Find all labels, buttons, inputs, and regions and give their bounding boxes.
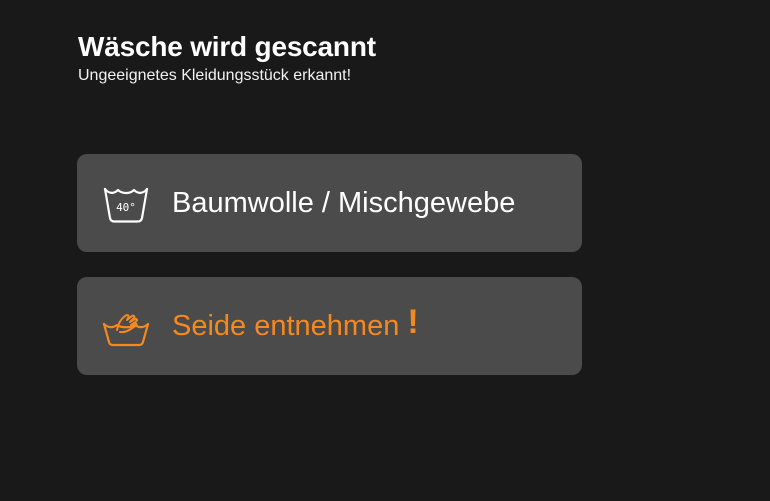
warning-exclamation-icon: !	[407, 303, 419, 341]
fabric-card-silk[interactable]: Seide entnehmen !	[77, 277, 582, 375]
fabric-label-cotton: Baumwolle / Mischgewebe	[172, 187, 516, 219]
fabric-label-silk: Seide entnehmen	[172, 310, 400, 342]
page-title: Wäsche wird gescannt	[78, 31, 376, 62]
wash-40-degree-icon: 40°	[101, 181, 151, 225]
header: Wäsche wird gescannt Ungeeignetes Kleidu…	[78, 30, 376, 86]
fabric-card-cotton[interactable]: 40° Baumwolle / Mischgewebe	[77, 154, 582, 252]
temperature-label: 40°	[116, 201, 136, 214]
page-subtitle: Ungeeignetes Kleidungsstück erkannt!	[78, 67, 352, 84]
hand-wash-icon	[101, 304, 151, 348]
